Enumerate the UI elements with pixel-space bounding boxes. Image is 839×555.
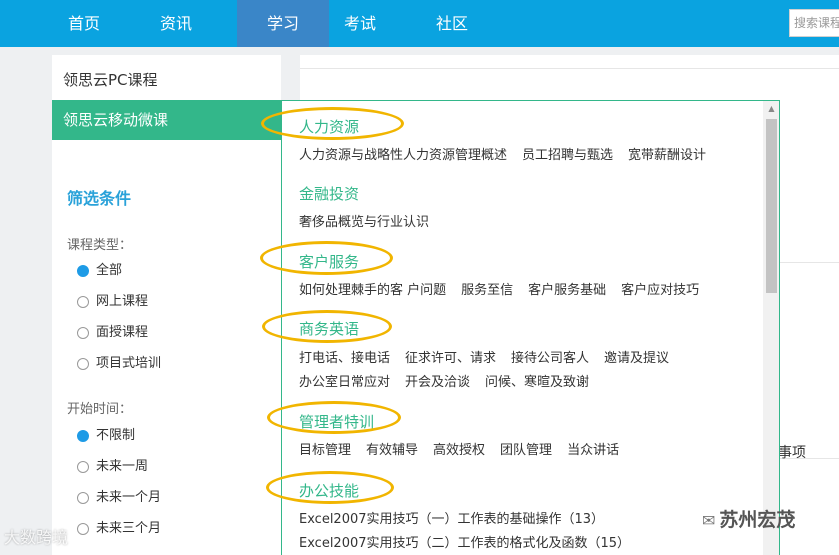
highlight-ring bbox=[266, 471, 394, 504]
nav-news[interactable]: 资讯 bbox=[142, 0, 210, 47]
watermark-left: 大数跨境 bbox=[4, 528, 69, 547]
course-link[interactable]: 客户服务基础 bbox=[528, 279, 606, 298]
highlight-ring bbox=[267, 401, 401, 434]
radio-dot-icon bbox=[77, 327, 89, 339]
course-link[interactable]: 高效授权 bbox=[433, 439, 485, 458]
course-link[interactable]: 接待公司客人 bbox=[511, 347, 589, 366]
category-finance[interactable]: 金融投资 bbox=[299, 183, 359, 204]
course-link[interactable]: 人力资源与战略性人力资源管理概述 bbox=[299, 144, 507, 163]
radio-start-time-month[interactable]: 未来一个月 bbox=[77, 489, 161, 507]
course-link[interactable]: Excel2007实用技巧（二）工作表的格式化及函数（15） bbox=[299, 532, 630, 551]
highlight-ring bbox=[260, 241, 393, 275]
highlight-ring bbox=[262, 310, 392, 343]
radio-start-time-any[interactable]: 不限制 bbox=[77, 427, 135, 445]
course-list: Excel2007实用技巧（一）工作表的基础操作（13） bbox=[299, 508, 619, 527]
course-list: 如何处理棘手的客 户问题 服务至信 客户服务基础 客户应对技巧 bbox=[299, 279, 714, 298]
course-link[interactable]: 办公室日常应对 bbox=[299, 371, 390, 390]
scroll-up-icon[interactable]: ▲ bbox=[763, 101, 779, 117]
course-link[interactable]: 当众讲话 bbox=[567, 439, 619, 458]
radio-dot-icon bbox=[77, 461, 89, 473]
course-type-label: 课程类型： bbox=[67, 238, 133, 253]
course-list: 办公室日常应对 开会及洽谈 问候、寒暄及致谢 bbox=[299, 371, 604, 390]
scrollbar-thumb[interactable] bbox=[766, 119, 777, 293]
course-list: Excel2007实用技巧（二）工作表的格式化及函数（15） bbox=[299, 532, 645, 551]
sidebar: 领思云PC课程 领思云移动微课 筛选条件 课程类型： 全部 网上课程 面授课程 … bbox=[52, 55, 281, 555]
top-nav: 首页 资讯 学习 考试 社区 搜索课程 bbox=[0, 0, 839, 47]
nav-home[interactable]: 首页 bbox=[50, 0, 118, 47]
wechat-icon: ✉ bbox=[702, 511, 716, 530]
divider bbox=[300, 68, 839, 69]
radio-course-type-all[interactable]: 全部 bbox=[77, 262, 122, 280]
radio-dot-icon bbox=[77, 296, 89, 308]
filter-title: 筛选条件 bbox=[67, 189, 132, 208]
sidebar-link-mobile-courses[interactable]: 领思云移动微课 bbox=[52, 100, 281, 140]
course-link[interactable]: 邀请及提议 bbox=[604, 347, 669, 366]
course-list: 人力资源与战略性人力资源管理概述 员工招聘与甄选 宽带薪酬设计 bbox=[299, 144, 721, 163]
course-link[interactable]: 员工招聘与甄选 bbox=[522, 144, 613, 163]
sidebar-link-pc-courses[interactable]: 领思云PC课程 bbox=[52, 60, 281, 100]
course-link[interactable]: 有效辅导 bbox=[366, 439, 418, 458]
course-link[interactable]: 团队管理 bbox=[500, 439, 552, 458]
radio-start-time-three-months[interactable]: 未来三个月 bbox=[77, 520, 161, 538]
course-list: 目标管理 有效辅导 高效授权 团队管理 当众讲话 bbox=[299, 439, 634, 458]
course-list: 打电话、接电话 征求许可、请求 接待公司客人 邀请及提议 bbox=[299, 347, 684, 366]
watermark-right: ✉ 苏州宏茂 bbox=[702, 509, 796, 531]
course-link[interactable]: 问候、寒暄及致谢 bbox=[485, 371, 589, 390]
radio-start-time-week[interactable]: 未来一周 bbox=[77, 458, 148, 476]
radio-dot-icon bbox=[77, 430, 89, 442]
course-link[interactable]: 征求许可、请求 bbox=[405, 347, 496, 366]
course-link[interactable]: 如何处理棘手的客 户问题 bbox=[299, 279, 446, 298]
course-link[interactable]: 服务至信 bbox=[461, 279, 513, 298]
nav-exam[interactable]: 考试 bbox=[326, 0, 394, 47]
course-link[interactable]: 奢侈品概览与行业认识 bbox=[299, 211, 429, 230]
radio-dot-icon bbox=[77, 265, 89, 277]
course-link[interactable]: Excel2007实用技巧（一）工作表的基础操作（13） bbox=[299, 508, 604, 527]
radio-course-type-project[interactable]: 项目式培训 bbox=[77, 355, 161, 373]
course-link[interactable]: 宽带薪酬设计 bbox=[628, 144, 706, 163]
start-time-label: 开始时间： bbox=[67, 402, 133, 417]
course-link[interactable]: 打电话、接电话 bbox=[299, 347, 390, 366]
radio-course-type-inperson[interactable]: 面授课程 bbox=[77, 324, 148, 342]
radio-course-type-online[interactable]: 网上课程 bbox=[77, 293, 148, 311]
radio-dot-icon bbox=[77, 492, 89, 504]
search-input[interactable]: 搜索课程 bbox=[789, 9, 839, 37]
course-link[interactable]: 开会及洽谈 bbox=[405, 371, 470, 390]
background-list-text: 事项 bbox=[778, 445, 806, 461]
dropdown-scrollbar[interactable]: ▲ bbox=[763, 101, 779, 555]
radio-dot-icon bbox=[77, 523, 89, 535]
nav-learn[interactable]: 学习 bbox=[237, 0, 329, 47]
course-link[interactable]: 目标管理 bbox=[299, 439, 351, 458]
nav-community[interactable]: 社区 bbox=[418, 0, 486, 47]
radio-dot-icon bbox=[77, 358, 89, 370]
course-list: 奢侈品概览与行业认识 bbox=[299, 211, 444, 230]
course-link[interactable]: 客户应对技巧 bbox=[621, 279, 699, 298]
highlight-ring bbox=[261, 107, 404, 140]
